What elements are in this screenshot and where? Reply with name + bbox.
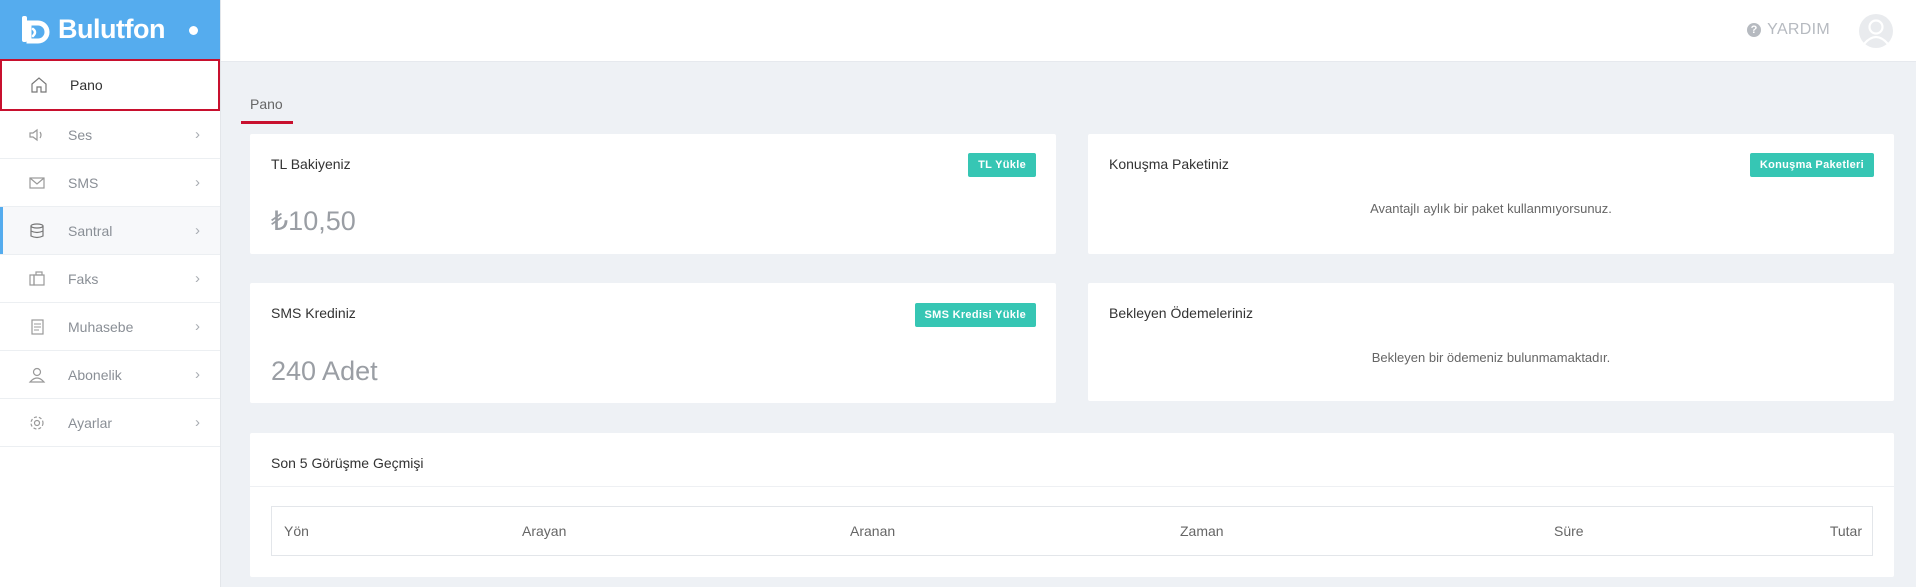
column-header-time[interactable]: Zaman xyxy=(1180,523,1224,539)
balance-title: TL Bakiyeniz xyxy=(271,156,351,172)
call-history-table-header: Yön Arayan Aranan Zaman Süre Tutar xyxy=(271,506,1873,556)
sidebar-menu: Pano Ses › SMS › Santral › Faks › Muhase… xyxy=(0,59,220,447)
sms-credit-card: SMS Krediniz SMS Kredisi Yükle 240 Adet xyxy=(250,283,1056,403)
column-header-amount[interactable]: Tutar xyxy=(1830,523,1862,539)
avatar-icon[interactable] xyxy=(1858,13,1894,49)
envelope-icon xyxy=(26,172,48,194)
question-icon: ? xyxy=(1747,23,1762,37)
app-root: Bulutfon Pano Ses › SMS › Santral › Faks… xyxy=(0,0,1916,587)
gear-icon xyxy=(26,412,48,434)
sms-credit-title: SMS Krediniz xyxy=(271,305,356,321)
brand-header[interactable]: Bulutfon xyxy=(0,0,220,59)
package-card: Konuşma Paketiniz Konuşma Paketleri Avan… xyxy=(1088,134,1894,254)
divider xyxy=(250,486,1894,487)
help-label: YARDIM xyxy=(1767,21,1830,38)
sidebar-item-label: Pano xyxy=(70,77,103,93)
sidebar-item-label: SMS xyxy=(68,174,99,191)
pending-payments-title: Bekleyen Ödemeleriniz xyxy=(1109,305,1253,321)
sidebar-item-ses[interactable]: Ses › xyxy=(0,111,220,159)
fax-icon xyxy=(26,268,48,290)
sidebar-item-label: Muhasebe xyxy=(68,318,134,335)
chevron-right-icon: › xyxy=(195,174,200,191)
sidebar-item-label: Ses xyxy=(68,126,93,143)
sidebar-item-label: Ayarlar xyxy=(68,414,113,431)
sidebar-item-muhasebe[interactable]: Muhasebe › xyxy=(0,303,220,351)
sidebar-item-label: Santral xyxy=(68,222,113,239)
column-header-direction[interactable]: Yön xyxy=(284,523,309,539)
sidebar-item-faks[interactable]: Faks › xyxy=(0,255,220,303)
balance-card: TL Bakiyeniz TL Yükle ₺10,50 xyxy=(250,134,1056,254)
call-history-card: Son 5 Görüşme Geçmişi Yön Arayan Aranan … xyxy=(250,433,1894,577)
column-header-callee[interactable]: Aranan xyxy=(850,523,895,539)
package-message: Avantajlı aylık bir paket kullanmıyorsun… xyxy=(1370,201,1612,216)
sidebar-item-label: Abonelik xyxy=(68,366,122,383)
document-icon xyxy=(26,316,48,338)
column-header-duration[interactable]: Süre xyxy=(1554,523,1584,539)
sms-credit-load-button[interactable]: SMS Kredisi Yükle xyxy=(914,303,1036,327)
sidebar-item-pano[interactable]: Pano xyxy=(0,59,220,111)
breadcrumb[interactable]: Pano xyxy=(250,96,283,112)
help-link[interactable]: ? YARDIM xyxy=(1747,21,1830,39)
chevron-right-icon: › xyxy=(195,270,200,287)
sidebar-item-label: Faks xyxy=(68,270,99,287)
call-history-title: Son 5 Görüşme Geçmişi xyxy=(271,455,424,471)
speaker-icon xyxy=(26,124,48,146)
pending-payments-message: Bekleyen bir ödemeniz bulunmamaktadır. xyxy=(1371,350,1611,365)
sidebar: Bulutfon Pano Ses › SMS › Santral › Faks… xyxy=(0,0,221,587)
tl-load-button[interactable]: TL Yükle xyxy=(968,153,1036,177)
breadcrumb-underline xyxy=(241,121,293,124)
user-icon xyxy=(26,364,48,386)
pending-payments-card: Bekleyen Ödemeleriniz Bekleyen bir ödeme… xyxy=(1088,283,1894,401)
chevron-right-icon: › xyxy=(195,126,200,143)
packages-button[interactable]: Konuşma Paketleri xyxy=(1749,153,1874,177)
balance-value: ₺10,50 xyxy=(271,206,356,236)
chevron-right-icon: › xyxy=(195,318,200,335)
sidebar-item-abonelik[interactable]: Abonelik › xyxy=(0,351,220,399)
chevron-right-icon: › xyxy=(195,366,200,383)
chevron-right-icon: › xyxy=(195,222,200,239)
sidebar-item-ayarlar[interactable]: Ayarlar › xyxy=(0,399,220,447)
database-icon xyxy=(26,220,48,242)
package-title: Konuşma Paketiniz xyxy=(1109,156,1229,172)
sidebar-item-santral[interactable]: Santral › xyxy=(0,207,220,255)
chevron-right-icon: › xyxy=(195,414,200,431)
home-icon xyxy=(28,74,50,96)
brand-name: Bulutfon xyxy=(58,14,165,44)
sidebar-toggle-dot[interactable] xyxy=(189,26,198,35)
topbar: ? YARDIM xyxy=(221,0,1916,62)
bulutfon-logo-icon xyxy=(20,12,56,48)
sms-credit-value: 240 Adet xyxy=(271,356,378,386)
sidebar-item-sms[interactable]: SMS › xyxy=(0,159,220,207)
column-header-caller[interactable]: Arayan xyxy=(522,523,566,539)
